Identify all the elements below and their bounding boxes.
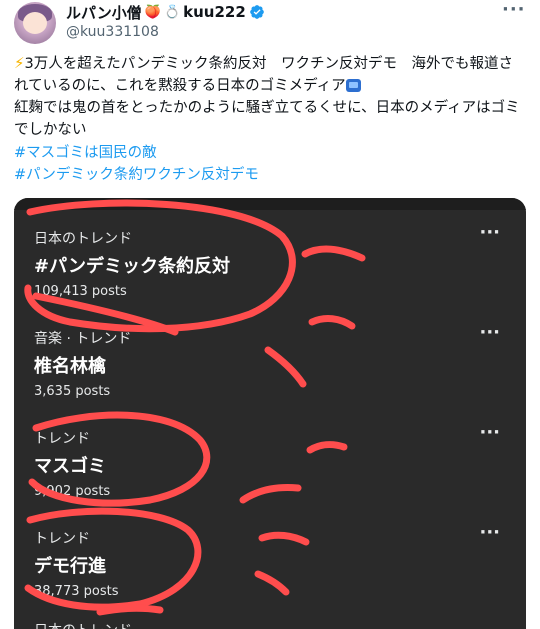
trend-context: 日本のトレンド [34, 620, 504, 629]
trend-count: 3,635 posts [34, 384, 111, 399]
trend-item[interactable]: 日本のトレンド #パンデミック条約反対 109,413 posts ··· [34, 224, 504, 300]
trend-item[interactable]: 音楽 · トレンド 椎名林檎 3,635 posts ··· [34, 324, 504, 400]
tv-icon [345, 79, 361, 92]
trend-name: デモ行進 [34, 556, 106, 577]
trend-more-icon[interactable]: ··· [479, 224, 500, 242]
trend-name: マスゴミ [34, 456, 106, 477]
trend-context: 音楽 · トレンド [34, 331, 132, 347]
peach-icon: 🍑 [144, 4, 161, 20]
post-text: ⚡3万人を超えたパンデミック条約反対 ワクチン反対デモ 海外でも報道されているの… [14, 52, 526, 141]
trend-context: トレンド [34, 431, 90, 447]
trend-more-icon[interactable]: ··· [479, 324, 500, 342]
trend-item[interactable]: トレンド マスゴミ 9,902 posts ··· [34, 424, 504, 500]
verified-icon [249, 5, 264, 19]
display-name[interactable]: ルパン小僧 [66, 2, 142, 23]
post-text-line1: 3万人を超えたパンデミック条約反対 ワクチン反対デモ 海外でも報道されているのに… [14, 56, 513, 94]
post-text-line2: 紅麹では鬼の首をとったかのように騒ぎ立てるくせに、日本のメディアはゴミでしかない [14, 100, 520, 138]
post-header: ルパン小僧 🍑 💍 kuu222 @kuu331108 [66, 2, 265, 40]
bolt-icon: ⚡ [14, 54, 25, 72]
trend-context: トレンド [34, 531, 90, 547]
image-top-strip [14, 198, 526, 210]
attached-image[interactable]: 日本のトレンド #パンデミック条約反対 109,413 posts ··· 音楽… [14, 198, 526, 629]
hashtag-link[interactable]: #マスゴミは国民の敵 [14, 142, 157, 164]
more-options-icon[interactable]: ··· [502, 1, 525, 19]
avatar[interactable] [14, 2, 56, 44]
trend-name: 椎名林檎 [34, 356, 106, 377]
avatar-face [23, 12, 47, 34]
trend-count: 38,773 posts [34, 584, 119, 599]
ring-icon: 💍 [163, 4, 181, 20]
trend-count: 9,902 posts [34, 484, 111, 499]
display-name-suffix[interactable]: kuu222 [183, 3, 246, 21]
hashtag-link[interactable]: #パンデミック条約ワクチン反対デモ [14, 164, 259, 186]
display-name-row[interactable]: ルパン小僧 🍑 💍 kuu222 [66, 2, 265, 22]
handle[interactable]: @kuu331108 [66, 24, 265, 40]
trend-name: #パンデミック条約反対 [34, 256, 230, 277]
trend-item[interactable]: トレンド デモ行進 38,773 posts ··· [34, 524, 504, 600]
post-card: ルパン小僧 🍑 💍 kuu222 @kuu331108 ··· ⚡3万人を超えた… [0, 0, 540, 629]
trend-more-icon[interactable]: ··· [479, 424, 500, 442]
trend-item[interactable]: 日本のトレンド [34, 620, 504, 629]
trend-context: 日本のトレンド [34, 231, 132, 247]
trend-more-icon[interactable]: ··· [479, 524, 500, 542]
trend-count: 109,413 posts [34, 284, 127, 299]
